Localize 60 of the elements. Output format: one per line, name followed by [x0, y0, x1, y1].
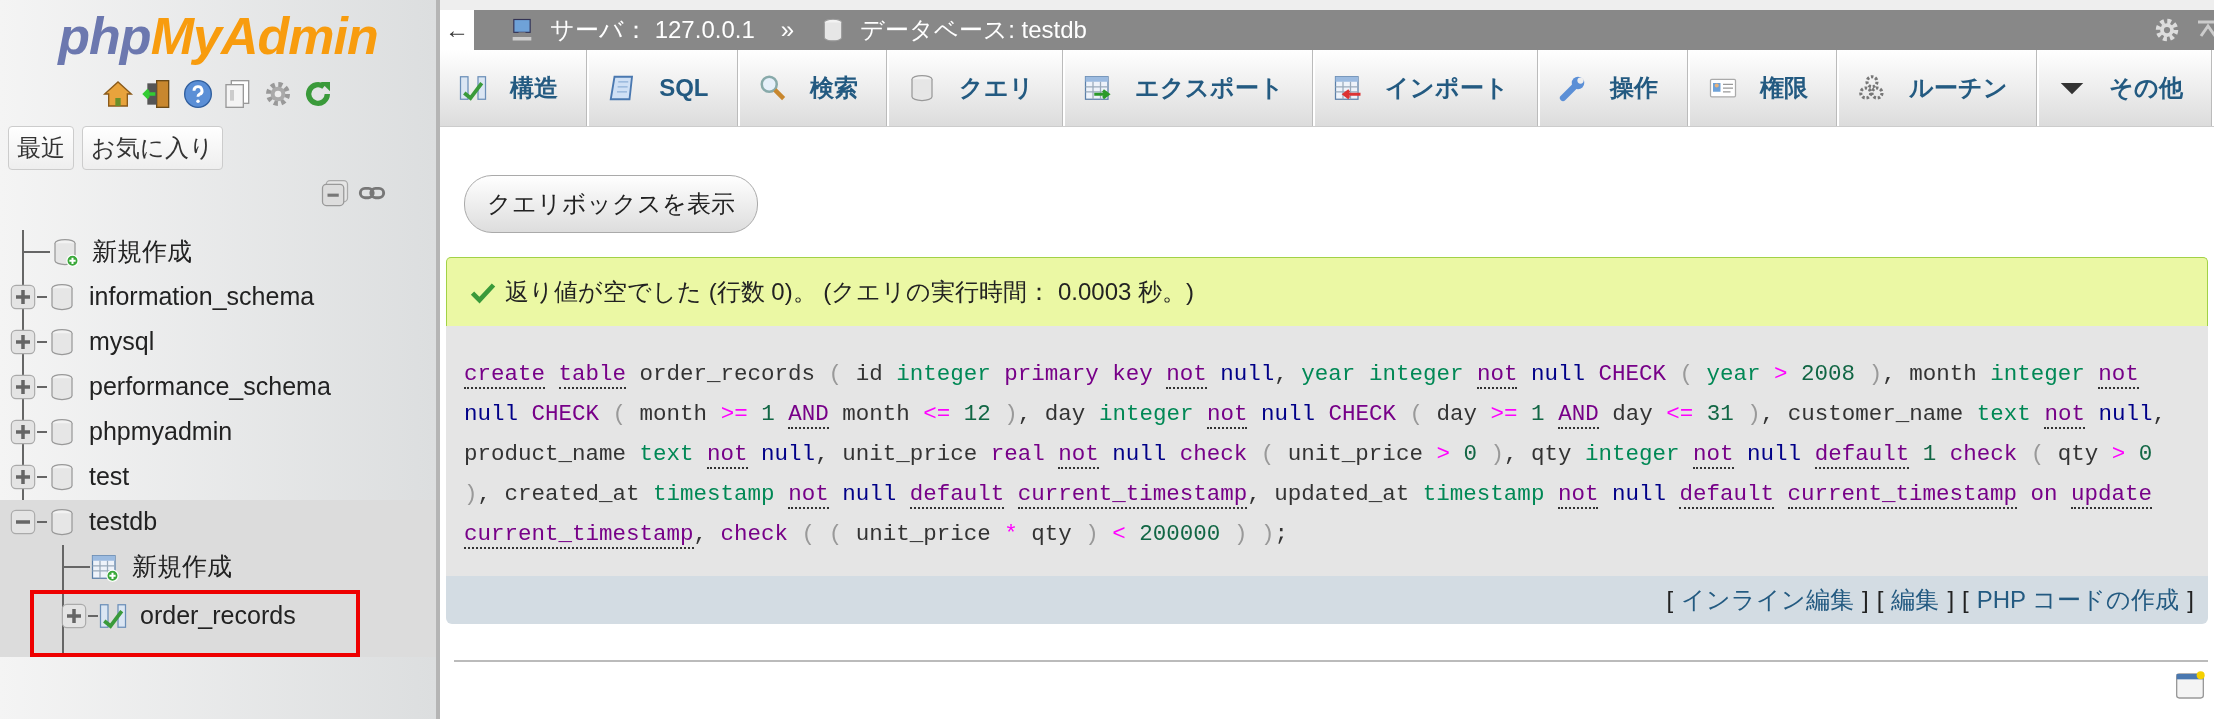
- show-query-box-button[interactable]: クエリボックスを表示: [464, 175, 758, 233]
- tree-label[interactable]: phpmyadmin: [89, 413, 233, 451]
- expand-icon[interactable]: [9, 463, 37, 492]
- tree-item[interactable]: 新規作成: [49, 544, 436, 590]
- server-link[interactable]: サーバ： 127.0.0.1: [550, 12, 755, 48]
- separator: »: [780, 15, 795, 45]
- tree-item[interactable]: phpmyadmin: [9, 409, 436, 455]
- tab[interactable]: 構造: [440, 50, 590, 126]
- logo[interactable]: phpMyAdmin: [58, 7, 378, 65]
- bracket: ]: [1862, 585, 1869, 615]
- table-add-icon[interactable]: [90, 552, 120, 583]
- back-button[interactable]: ←: [440, 10, 474, 50]
- expand-icon[interactable]: [60, 602, 88, 631]
- tree-item[interactable]: mysql: [9, 319, 436, 365]
- tree-item[interactable]: test: [9, 454, 436, 500]
- tree-label[interactable]: performance_schema: [89, 368, 331, 406]
- sidebar-button[interactable]: お気に入り: [82, 126, 223, 170]
- collapse-all-icon[interactable]: [320, 177, 350, 208]
- database-link[interactable]: データベース: testdb: [860, 12, 1087, 48]
- tree-label[interactable]: order_records: [140, 597, 296, 635]
- tree-label[interactable]: mysql: [89, 323, 155, 361]
- success-message: 返り値が空でした (行数 0)。 (クエリの実行時間： 0.0003 秒。): [505, 277, 1195, 307]
- tab[interactable]: 検索: [739, 50, 889, 126]
- tab[interactable]: インポート: [1315, 50, 1541, 126]
- bracket: ]: [1947, 585, 1955, 615]
- import-icon: [1333, 73, 1364, 103]
- tree-label[interactable]: test: [89, 458, 130, 496]
- tree-label[interactable]: information_schema: [89, 278, 315, 316]
- tab[interactable]: その他: [2038, 50, 2214, 126]
- bracket: [: [1876, 585, 1884, 615]
- action-link[interactable]: 編集: [1891, 582, 1940, 618]
- action-link[interactable]: インライン編集: [1681, 582, 1855, 618]
- expand-icon[interactable]: [9, 328, 37, 357]
- tree-item[interactable]: order_records: [60, 593, 356, 639]
- tree-label[interactable]: testdb: [89, 503, 158, 541]
- tab[interactable]: ルーチン: [1838, 50, 2039, 126]
- action-link[interactable]: PHP コードの作成: [1976, 582, 2180, 618]
- sidebar-button[interactable]: 最近: [8, 126, 74, 170]
- tree-item[interactable]: 新規作成: [9, 229, 436, 275]
- tree-label[interactable]: 新規作成: [92, 233, 192, 271]
- expand-icon[interactable]: [9, 373, 37, 402]
- tab[interactable]: 権限: [1689, 50, 1839, 126]
- tab[interactable]: 操作: [1540, 50, 1690, 126]
- tab[interactable]: エクスポート: [1065, 50, 1316, 126]
- tree-item[interactable]: performance_schema: [9, 364, 436, 410]
- tree-label[interactable]: 新規作成: [132, 548, 232, 586]
- expand-icon[interactable]: [9, 418, 37, 447]
- collapse-icon[interactable]: [9, 508, 37, 537]
- bracket: [: [1962, 585, 1969, 615]
- tree-item[interactable]: information_schema: [9, 274, 436, 320]
- bracket: [: [1666, 585, 1674, 615]
- expand-icon[interactable]: [9, 283, 37, 312]
- structure-icon: [458, 73, 488, 103]
- sql-statement: create table order_records ( id integer primary key not null, year integer not null CHECK ( year > 2008 ), month integer not null CHECK ( month >= 1 AND month <= 12 ), day integer not null CHECK ( day >= 1 AND day <= 31 ), customer_name text not null, product_name text not null, unit_price real not null check ( unit_price > 0 ), qty integer not null default 1 check ( qty > 0 ), created_at timestamp not null default current_timestamp, updated_at timestamp not null default current_timestamp on update current_timestamp, check ( ( unit_price * qty ) < 200000 ) );: [464, 360, 2167, 551]
- window-icon[interactable]: [2174, 670, 2206, 702]
- tab[interactable]: クエリ: [888, 50, 1066, 126]
- bracket: ]: [2187, 585, 2194, 615]
- help-icon[interactable]: [182, 78, 214, 110]
- tree-item[interactable]: testdb: [9, 499, 436, 545]
- tab[interactable]: SQL: [589, 50, 740, 126]
